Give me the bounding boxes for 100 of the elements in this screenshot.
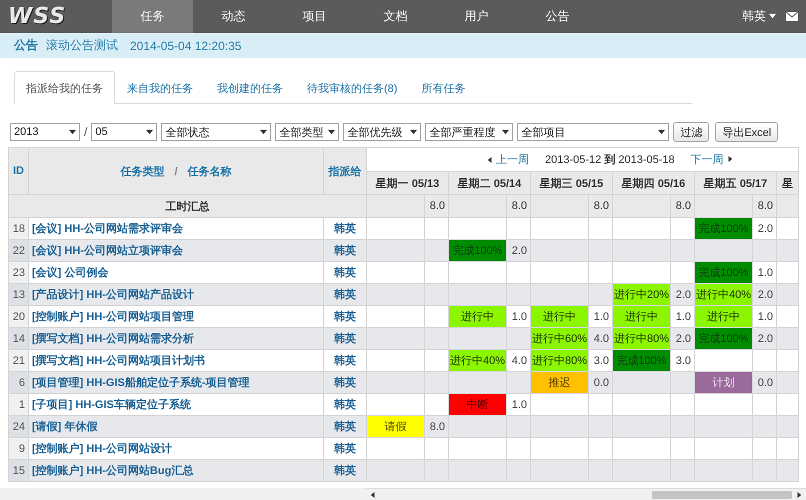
- filter-button[interactable]: 过滤: [673, 122, 710, 142]
- id-cell: 22: [8, 240, 28, 262]
- task-link[interactable]: [项目管理] HH-GIS船舶定位子系统-项目管理: [28, 372, 324, 394]
- status-cell[interactable]: 进行中: [448, 306, 506, 328]
- caret-icon: [502, 128, 510, 136]
- task-link[interactable]: [会议] 公司例会: [28, 262, 324, 284]
- export-button[interactable]: 导出Excel: [715, 122, 778, 142]
- user-menu[interactable]: 韩英: [732, 0, 786, 33]
- column-header[interactable]: 任务类型: [120, 166, 164, 178]
- task-link[interactable]: [控制账户] HH-公司网站Bug汇总: [28, 460, 324, 482]
- task-link[interactable]: [请假] 年休假: [28, 416, 324, 438]
- caret-icon: [260, 128, 268, 136]
- nav-item[interactable]: 动态: [193, 0, 274, 33]
- status-cell[interactable]: 进行中80%: [612, 328, 670, 350]
- hours-cell: 1.0: [588, 306, 612, 328]
- id-cell: 24: [8, 416, 28, 438]
- tab[interactable]: 所有任务: [409, 71, 478, 104]
- nav-item[interactable]: 用户: [436, 0, 517, 33]
- nav-item[interactable]: 项目: [274, 0, 355, 33]
- task-link[interactable]: [会议] HH-公司网站立项评审会: [28, 240, 324, 262]
- right-arrow-icon: [726, 156, 733, 162]
- status-cell[interactable]: 进行中60%: [530, 328, 588, 350]
- status-cell[interactable]: 中断: [448, 394, 506, 416]
- assignee-cell: 韩英: [324, 240, 366, 262]
- day-header: 星期五 05/17: [694, 172, 776, 194]
- hours-cell: 4.0: [588, 328, 612, 350]
- task-link[interactable]: [控制账户] HH-公司网站项目管理: [28, 306, 324, 328]
- assignee-cell: 韩英: [324, 350, 366, 372]
- assignee-cell: 韩英: [324, 438, 366, 460]
- status-cell[interactable]: 进行中80%: [530, 350, 588, 372]
- nav-item[interactable]: 公告: [517, 0, 598, 33]
- tab[interactable]: 我创建的任务: [205, 71, 295, 104]
- day-header: 星: [776, 172, 799, 194]
- total-label: 工时汇总: [8, 194, 366, 218]
- nav-item[interactable]: 任务: [112, 0, 193, 33]
- hours-cell: 1.0: [752, 306, 776, 328]
- tab[interactable]: 指派给我的任务: [14, 71, 115, 104]
- caret-icon: [146, 128, 154, 136]
- hours-cell: 2.0: [506, 240, 530, 262]
- assignee-cell: 韩英: [324, 306, 366, 328]
- status-cell[interactable]: 进行中40%: [694, 284, 752, 306]
- filter-select[interactable]: 全部优先级: [343, 123, 422, 141]
- total-hours: 8.0: [752, 194, 776, 218]
- hours-cell: 2.0: [752, 328, 776, 350]
- status-cell[interactable]: 进行中: [612, 306, 670, 328]
- logo: WSS: [7, 3, 68, 31]
- day-header: 星期二 05/14: [448, 172, 530, 194]
- status-cell[interactable]: 进行中20%: [612, 284, 670, 306]
- tab[interactable]: 来自我的任务: [115, 71, 205, 104]
- task-link[interactable]: [会议] HH-公司网站需求评审会: [28, 218, 324, 240]
- status-cell[interactable]: 计划: [694, 372, 752, 394]
- assignee-cell: 韩英: [324, 328, 366, 350]
- assignee-cell: 韩英: [324, 218, 366, 240]
- filter-select[interactable]: 全部严重程度: [425, 123, 514, 141]
- notice-time: 2014-05-04 12:20:35: [130, 38, 242, 52]
- task-link[interactable]: [控制账户] HH-公司网站设计: [28, 438, 324, 460]
- hours-cell: 2.0: [670, 328, 694, 350]
- column-header[interactable]: 任务名称: [188, 166, 232, 178]
- status-cell[interactable]: 进行中: [694, 306, 752, 328]
- separator: /: [174, 166, 178, 178]
- id-cell: 15: [8, 460, 28, 482]
- mail-icon[interactable]: [786, 12, 798, 21]
- notice-text: 滚动公告测试: [46, 37, 118, 54]
- hours-cell: 8.0: [424, 416, 448, 438]
- month-select[interactable]: 05: [91, 123, 158, 141]
- assignee-cell: 韩英: [324, 284, 366, 306]
- year-select[interactable]: 2013: [10, 123, 80, 141]
- id-cell: 14: [8, 328, 28, 350]
- hours-cell: 2.0: [670, 284, 694, 306]
- tab[interactable]: 待我审核的任务(8): [295, 71, 410, 104]
- caret-icon: [328, 128, 336, 136]
- total-hours: 8.0: [506, 194, 530, 218]
- id-cell: 20: [8, 306, 28, 328]
- next-week-link[interactable]: 下一周: [690, 152, 733, 167]
- id-cell: 21: [8, 350, 28, 372]
- filter-select[interactable]: 全部状态: [161, 123, 272, 141]
- hours-cell: 1.0: [506, 306, 530, 328]
- status-cell[interactable]: 请假: [366, 416, 424, 438]
- status-cell[interactable]: 推迟: [530, 372, 588, 394]
- day-header: 星期一 05/13: [366, 172, 448, 194]
- status-cell[interactable]: 进行中: [530, 306, 588, 328]
- hours-cell: 0.0: [588, 372, 612, 394]
- hours-cell: 3.0: [670, 350, 694, 372]
- filter-select[interactable]: 全部类型: [275, 123, 340, 141]
- filter-select[interactable]: 全部项目: [517, 123, 670, 141]
- hours-cell: 2.0: [752, 284, 776, 306]
- task-link[interactable]: [撰写文档] HH-公司网站需求分析: [28, 328, 324, 350]
- hours-cell: 0.0: [752, 372, 776, 394]
- task-link[interactable]: [产品设计] HH-公司网站产品设计: [28, 284, 324, 306]
- nav-item[interactable]: 文档: [355, 0, 436, 33]
- status-cell[interactable]: 进行中40%: [448, 350, 506, 372]
- task-link[interactable]: [撰写文档] HH-公司网站项目计划书: [28, 350, 324, 372]
- caret-icon: [769, 13, 776, 20]
- task-link[interactable]: [子项目] HH-GIS车辆定位子系统: [28, 394, 324, 416]
- hours-cell: 1.0: [752, 262, 776, 284]
- day-header: 星期四 05/16: [612, 172, 694, 194]
- horizontal-scrollbar[interactable]: [366, 488, 806, 500]
- prev-week-link[interactable]: 上一周: [487, 152, 529, 168]
- caret-icon: [410, 128, 418, 136]
- hours-cell: 3.0: [588, 350, 612, 372]
